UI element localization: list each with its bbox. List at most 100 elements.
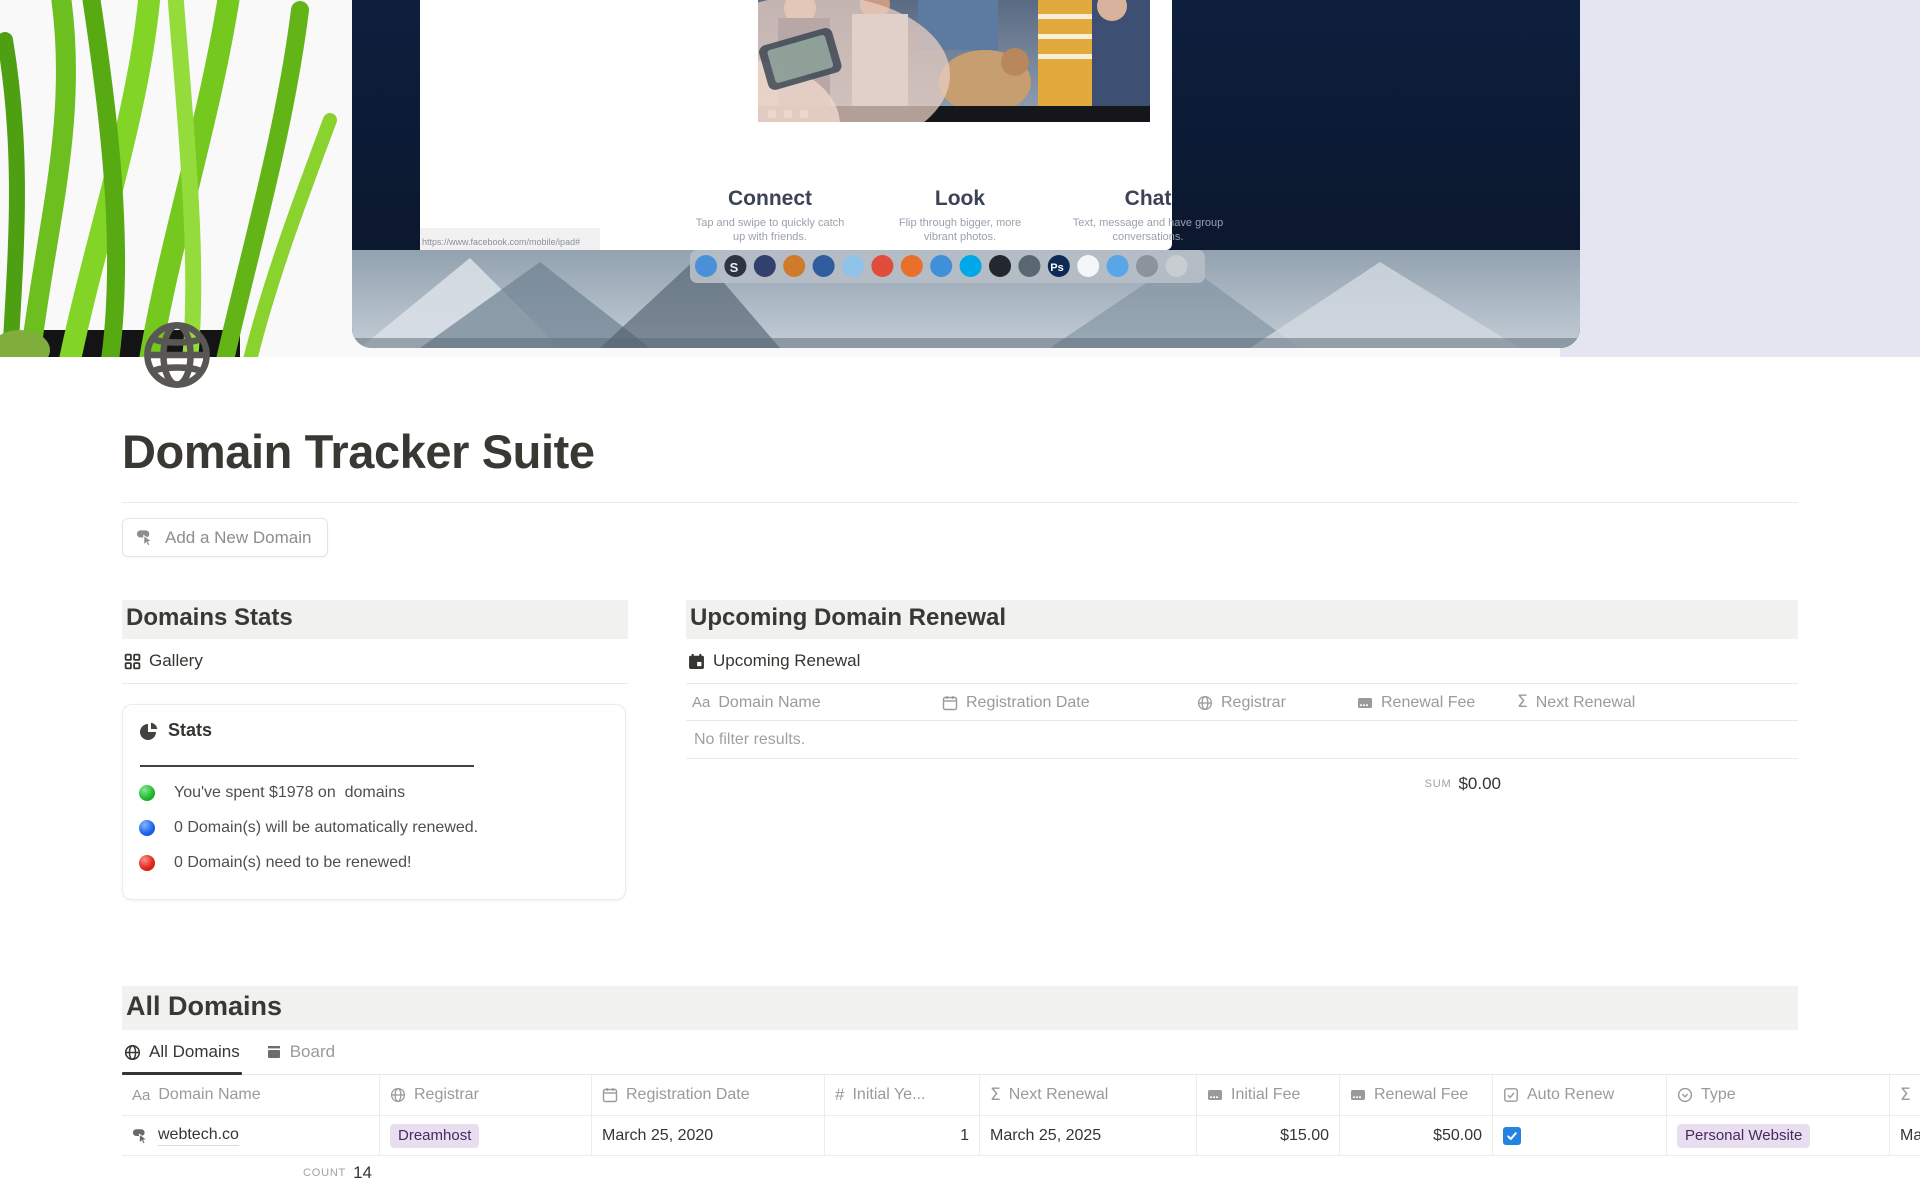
click-cursor-icon: [132, 1127, 150, 1145]
domain-name-value[interactable]: webtech.co: [158, 1126, 239, 1146]
cell-domain-name[interactable]: webtech.co: [122, 1116, 380, 1155]
cell-auto-renew[interactable]: [1493, 1116, 1667, 1155]
notion-page: { "page": { "title": "Domain Tracker Sui…: [0, 0, 1920, 1199]
svg-text:Tap and swipe to quickly catch: Tap and swipe to quickly catch: [696, 217, 845, 229]
dock-app-icon: [989, 255, 1011, 277]
column-header-next-renewal[interactable]: Σ Next Renewal: [1511, 694, 1794, 712]
column-header-registration-date[interactable]: Registration Date: [592, 1075, 825, 1115]
calendar-icon: [942, 695, 958, 711]
cover-url-text: https://www.facebook.com/mobile/ipad#: [422, 237, 580, 247]
stats-card-divider-line: [140, 765, 474, 767]
sum-aggregate[interactable]: SUM $0.00: [1355, 774, 1501, 794]
text-property-icon: Aa: [692, 694, 710, 711]
domains-stats-heading: Domains Stats: [122, 600, 628, 639]
tab-all-domains-label: All Domains: [149, 1042, 240, 1062]
table-row[interactable]: webtech.co Dreamhost March 25, 2020 1 Ma…: [122, 1115, 1920, 1156]
stat-spent-text: You've spent $1978 on domains: [174, 784, 405, 802]
dock-app-icon: [930, 255, 952, 277]
green-circle-icon: [139, 785, 155, 801]
svg-text:Ps: Ps: [1050, 262, 1063, 274]
tab-board[interactable]: Board: [266, 1042, 335, 1062]
all-domains-heading: All Domains: [122, 986, 1798, 1030]
column-header-auto-renew[interactable]: Auto Renew: [1493, 1075, 1667, 1115]
no-filter-results-text: No filter results.: [686, 721, 1798, 759]
page-icon[interactable]: [140, 318, 214, 392]
number-property-icon: #: [835, 1085, 844, 1105]
credit-card-icon: [1207, 1087, 1223, 1103]
svg-text:up with friends.: up with friends.: [733, 231, 807, 243]
dock-app-icon: [871, 255, 893, 277]
stats-card-title: Stats: [168, 720, 212, 741]
cell-initial-years[interactable]: 1: [825, 1116, 980, 1155]
select-property-icon: [1677, 1087, 1693, 1103]
cell-formula[interactable]: Ma: [1890, 1116, 1920, 1155]
dock-app-icon: [1136, 255, 1158, 277]
stat-auto-renew-text: 0 Domain(s) will be automatically renewe…: [174, 819, 478, 837]
sum-value: $0.00: [1458, 774, 1501, 794]
column-header-next-renewal[interactable]: Σ Next Renewal: [980, 1075, 1197, 1115]
column-header-registration-date[interactable]: Registration Date: [936, 694, 1191, 712]
count-aggregate[interactable]: COUNT 14: [122, 1163, 380, 1183]
credit-card-icon: [1357, 695, 1373, 711]
column-header-domain-name[interactable]: Aa Domain Name: [686, 694, 936, 712]
dock-app-icon: [783, 255, 805, 277]
svg-text:Text, message and have group: Text, message and have group: [1073, 217, 1223, 229]
tab-upcoming-renewal[interactable]: Upcoming Renewal: [688, 651, 860, 671]
page-title: Domain Tracker Suite: [122, 424, 595, 479]
upcoming-renewal-section: Upcoming Domain Renewal Upcoming Renewal…: [686, 600, 1798, 794]
tab-gallery[interactable]: Gallery: [124, 651, 203, 671]
column-header-registrar[interactable]: Registrar: [380, 1075, 592, 1115]
dock-app-icon: [1165, 255, 1187, 277]
stat-need-renew-text: 0 Domain(s) need to be renewed!: [174, 854, 411, 872]
pie-chart-icon: [139, 721, 159, 741]
column-header-initial-years[interactable]: # Initial Ye...: [825, 1075, 980, 1115]
column-header-formula[interactable]: Σ: [1890, 1075, 1920, 1115]
gallery-grid-icon: [124, 653, 141, 670]
column-header-renewal-fee[interactable]: Renewal Fee: [1340, 1075, 1493, 1115]
cell-type[interactable]: Personal Website: [1667, 1116, 1890, 1155]
add-new-domain-button[interactable]: Add a New Domain: [122, 518, 328, 557]
column-header-initial-fee[interactable]: Initial Fee: [1197, 1075, 1340, 1115]
checked-checkbox-icon[interactable]: [1503, 1127, 1521, 1145]
divider: [122, 502, 1798, 503]
upcoming-table-header: Aa Domain Name Registration Date Registr…: [686, 685, 1798, 721]
cover-monitor: Connect Tap and swipe to quickly catch u…: [352, 0, 1580, 348]
dock-app-icon: [754, 255, 776, 277]
column-header-domain-name[interactable]: Aa Domain Name: [122, 1075, 380, 1115]
cell-registrar[interactable]: Dreamhost: [380, 1116, 592, 1155]
calendar-icon: [688, 653, 705, 670]
dock-app-icon: [1077, 255, 1099, 277]
count-label: COUNT: [303, 1167, 346, 1179]
tab-board-label: Board: [290, 1042, 335, 1062]
svg-text:conversations.: conversations.: [1113, 231, 1184, 243]
cell-next-renewal[interactable]: March 25, 2025: [980, 1116, 1197, 1155]
all-domains-table: Aa Domain Name Registrar Regi: [122, 1075, 1920, 1156]
sigma-formula-icon: Σ: [1517, 694, 1528, 711]
all-domains-section: All Domains All Domains Board Aa Domain …: [122, 986, 1920, 1183]
text-property-icon: Aa: [132, 1087, 150, 1104]
tab-gallery-label: Gallery: [149, 651, 203, 671]
globe-icon: [140, 318, 214, 392]
svg-text:vibrant photos.: vibrant photos.: [924, 231, 996, 243]
page-cover: Connect Tap and swipe to quickly catch u…: [0, 0, 1920, 357]
gallery-view-tabs: Gallery: [122, 651, 628, 684]
dock-app-icon: [842, 255, 864, 277]
red-circle-icon: [139, 855, 155, 871]
dock-app-icon: [813, 255, 835, 277]
column-header-registrar[interactable]: Registrar: [1191, 694, 1351, 712]
upcoming-renewal-heading: Upcoming Domain Renewal: [686, 600, 1798, 639]
cover-dock: S Ps: [690, 250, 1205, 283]
sigma-formula-icon: Σ: [990, 1087, 1001, 1104]
cell-registration-date[interactable]: March 25, 2020: [592, 1116, 825, 1155]
all-domains-view-tabs: All Domains Board: [122, 1042, 1920, 1075]
cell-renewal-fee[interactable]: $50.00: [1340, 1116, 1493, 1155]
column-header-type[interactable]: Type: [1667, 1075, 1890, 1115]
stats-gallery-card[interactable]: Stats You've spent $1978 on domains 0 Do…: [122, 704, 626, 900]
column-header-renewal-fee[interactable]: Renewal Fee: [1351, 694, 1511, 712]
dock-app-icon: [1018, 255, 1040, 277]
upcoming-view-tabs: Upcoming Renewal: [686, 651, 1798, 684]
cell-initial-fee[interactable]: $15.00: [1197, 1116, 1340, 1155]
svg-text:S: S: [730, 260, 739, 275]
tab-all-domains[interactable]: All Domains: [124, 1042, 240, 1062]
globe-icon: [390, 1087, 406, 1103]
